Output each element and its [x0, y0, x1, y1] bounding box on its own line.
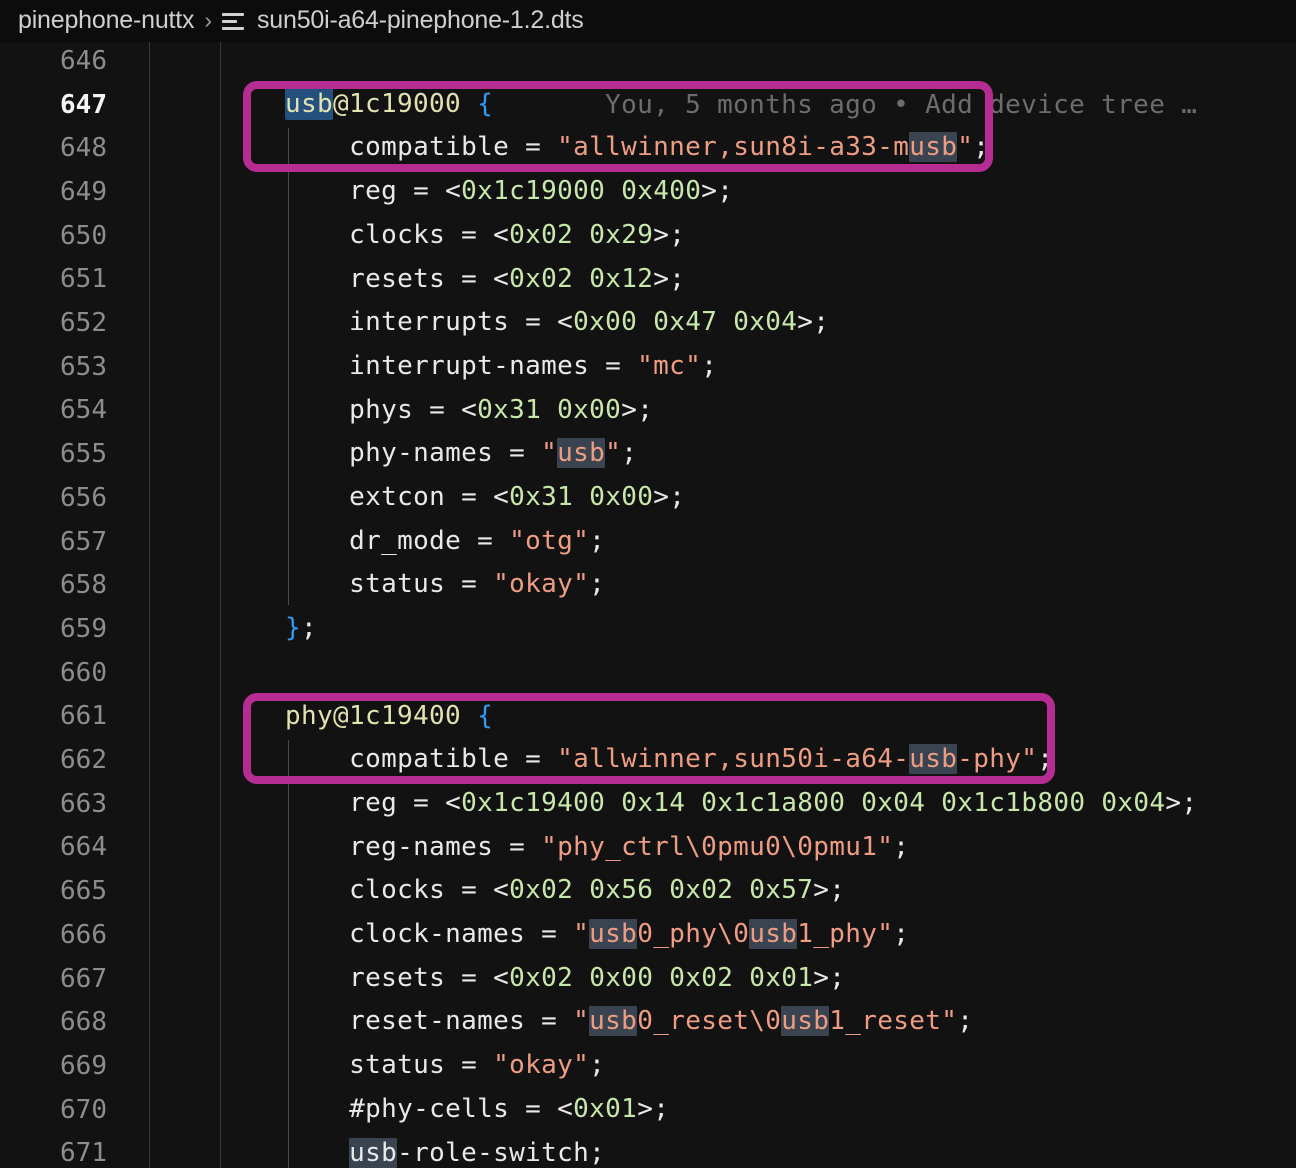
line-number: 648 — [60, 133, 107, 164]
code-text[interactable]: reg = <0x1c19400 0x14 0x1c1a800 0x04 0x1… — [285, 782, 1197, 826]
line-number: 671 — [60, 1138, 107, 1168]
code-text[interactable]: clocks = <0x02 0x29>; — [285, 214, 685, 258]
indent-guide — [288, 128, 289, 606]
code-text[interactable]: reg-names = "phy_ctrl\0pmu0\0pmu1"; — [285, 826, 909, 870]
line-number: 654 — [60, 395, 107, 426]
code-line[interactable]: 663 reg = <0x1c19400 0x14 0x1c1a800 0x04… — [0, 782, 1296, 826]
code-text[interactable]: status = "okay"; — [285, 1044, 605, 1088]
line-number: 647 — [60, 89, 107, 120]
code-line[interactable]: 657 dr_mode = "otg"; — [0, 520, 1296, 564]
code-line[interactable]: 661 phy@1c19400 { — [0, 695, 1296, 739]
code-line[interactable]: 656 extcon = <0x31 0x00>; — [0, 476, 1296, 520]
code-text[interactable]: phys = <0x31 0x00>; — [285, 389, 653, 433]
line-number: 658 — [60, 570, 107, 601]
code-line[interactable]: 669 status = "okay"; — [0, 1044, 1296, 1088]
code-text[interactable]: resets = <0x02 0x12>; — [285, 258, 685, 302]
line-number: 667 — [60, 963, 107, 994]
code-line[interactable]: 666 clock-names = "usb0_phy\0usb1_phy"; — [0, 913, 1296, 957]
code-text[interactable]: resets = <0x02 0x00 0x02 0x01>; — [285, 957, 845, 1001]
line-number: 652 — [60, 308, 107, 339]
code-line[interactable]: 658 status = "okay"; — [0, 563, 1296, 607]
code-text[interactable]: usb-role-switch; — [285, 1132, 605, 1168]
code-line[interactable]: 646 — [0, 42, 1296, 83]
line-number: 651 — [60, 264, 107, 295]
code-text[interactable]: compatible = "allwinner,sun50i-a64-usb-p… — [285, 738, 1053, 782]
line-number: 653 — [60, 351, 107, 382]
code-line[interactable]: 650 clocks = <0x02 0x29>; — [0, 214, 1296, 258]
code-line[interactable]: 659}; — [0, 607, 1296, 651]
line-number: 656 — [60, 482, 107, 513]
line-number: 669 — [60, 1050, 107, 1081]
line-number: 665 — [60, 876, 107, 907]
code-line[interactable]: 653 interrupt-names = "mc"; — [0, 345, 1296, 389]
code-line[interactable]: 664 reg-names = "phy_ctrl\0pmu0\0pmu1"; — [0, 826, 1296, 870]
code-text[interactable]: #phy-cells = <0x01>; — [285, 1088, 669, 1132]
line-number: 655 — [60, 439, 107, 470]
git-blame-annotation[interactable]: You, 5 months ago • Add device tree … — [605, 90, 1197, 120]
breadcrumb-file[interactable]: sun50i-a64-pinephone-1.2.dts — [257, 6, 584, 35]
file-lines-icon — [221, 12, 246, 30]
line-number: 659 — [60, 613, 107, 644]
line-number: 666 — [60, 919, 107, 950]
code-text[interactable]: dr_mode = "otg"; — [285, 520, 605, 564]
code-text[interactable]: interrupts = <0x00 0x47 0x04>; — [285, 301, 829, 345]
code-text[interactable]: interrupt-names = "mc"; — [285, 345, 717, 389]
code-text[interactable]: reset-names = "usb0_reset\0usb1_reset"; — [285, 1000, 973, 1044]
line-number: 649 — [60, 176, 107, 207]
line-number: 664 — [60, 832, 107, 863]
code-editor[interactable]: 646 647 usb@1c19000 { You, 5 months ago • A… — [0, 42, 1296, 1168]
line-number: 650 — [60, 220, 107, 251]
code-line[interactable]: 651 resets = <0x02 0x12>; — [0, 258, 1296, 302]
code-line[interactable]: 655 phy-names = "usb"; — [0, 432, 1296, 476]
line-number: 660 — [60, 657, 107, 688]
line-number: 663 — [60, 788, 107, 819]
code-line[interactable]: 665 clocks = <0x02 0x56 0x02 0x57>; — [0, 869, 1296, 913]
code-text[interactable]: phy@1c19400 { — [285, 695, 493, 739]
code-text[interactable]: status = "okay"; — [285, 563, 605, 607]
indent-guide — [288, 740, 289, 1168]
line-number: 657 — [60, 526, 107, 557]
code-text[interactable]: clock-names = "usb0_phy\0usb1_phy"; — [285, 913, 909, 957]
code-line[interactable]: 667 resets = <0x02 0x00 0x02 0x01>; — [0, 957, 1296, 1001]
line-number: 646 — [60, 45, 107, 76]
code-line[interactable]: 660 — [0, 651, 1296, 695]
line-number: 661 — [60, 701, 107, 732]
code-line[interactable]: 648 compatible = "allwinner,sun8i-a33-mu… — [0, 126, 1296, 170]
code-text[interactable]: clocks = <0x02 0x56 0x02 0x57>; — [285, 869, 845, 913]
breadcrumb-repo[interactable]: pinephone-nuttx — [18, 6, 195, 35]
code-text[interactable]: extcon = <0x31 0x00>; — [285, 476, 685, 520]
code-line[interactable]: 649 reg = <0x1c19000 0x400>; — [0, 170, 1296, 214]
code-text[interactable]: reg = <0x1c19000 0x400>; — [285, 170, 733, 214]
code-text[interactable]: usb@1c19000 { — [285, 83, 493, 127]
chevron-right-icon: › — [204, 7, 212, 33]
code-line[interactable]: 652 interrupts = <0x00 0x47 0x04>; — [0, 301, 1296, 345]
code-line[interactable]: 654 phys = <0x31 0x00>; — [0, 389, 1296, 433]
code-line[interactable]: 671 usb-role-switch; — [0, 1132, 1296, 1168]
breadcrumb: pinephone-nuttx › sun50i-a64-pinephone-1… — [0, 0, 1296, 42]
code-text[interactable]: compatible = "allwinner,sun8i-a33-musb"; — [285, 126, 989, 170]
line-number: 662 — [60, 745, 107, 776]
code-text[interactable]: }; — [285, 607, 317, 651]
line-number: 668 — [60, 1007, 107, 1038]
line-number: 670 — [60, 1094, 107, 1125]
code-text[interactable]: phy-names = "usb"; — [285, 432, 637, 476]
code-line[interactable]: 670 #phy-cells = <0x01>; — [0, 1088, 1296, 1132]
code-line[interactable]: 647 usb@1c19000 { You, 5 months ago • Add … — [0, 83, 1296, 127]
code-line[interactable]: 662 compatible = "allwinner,sun50i-a64-u… — [0, 738, 1296, 782]
code-line[interactable]: 668 reset-names = "usb0_reset\0usb1_rese… — [0, 1000, 1296, 1044]
